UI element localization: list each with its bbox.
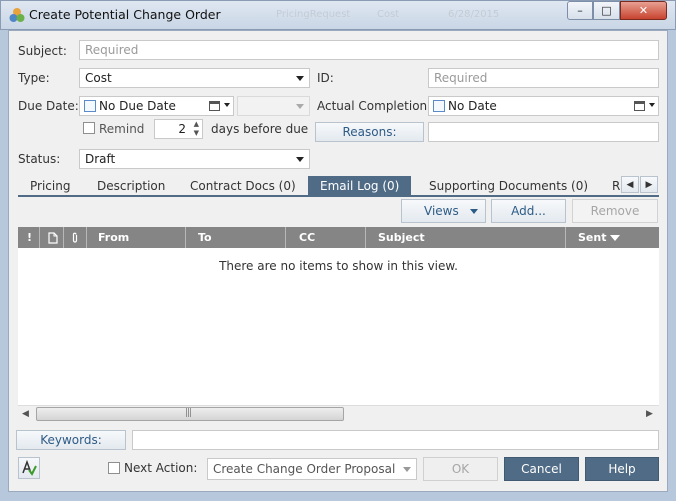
column-importance[interactable]: ! — [27, 227, 32, 248]
tab-overflow[interactable]: R — [612, 176, 620, 196]
stepper-up-icon[interactable]: ▲ — [194, 120, 199, 128]
cancel-button[interactable]: Cancel — [504, 457, 579, 481]
tab-scroll-right-icon[interactable]: ▶ — [640, 176, 658, 193]
title-ghost-text-2: Cost — [377, 9, 400, 20]
title-ghost-text-1: PricingRequest — [276, 9, 351, 20]
ok-button[interactable]: OK — [423, 457, 498, 481]
app-icon — [9, 8, 25, 22]
id-label: ID: — [317, 71, 334, 85]
spellcheck-button[interactable] — [18, 457, 40, 479]
due-date-picker[interactable]: No Due Date — [79, 96, 234, 116]
sort-descending-icon[interactable] — [610, 235, 620, 241]
tab-underline — [18, 195, 659, 197]
window-title: Create Potential Change Order — [29, 7, 221, 22]
close-button[interactable]: ✕ — [620, 1, 667, 20]
tab-supporting-documents[interactable]: Supporting Documents (0) — [429, 176, 588, 196]
tab-description[interactable]: Description — [97, 176, 165, 196]
chevron-down-icon — [296, 76, 304, 81]
status-select[interactable]: Draft — [79, 149, 310, 169]
column-divider — [63, 227, 64, 248]
subject-label: Subject: — [18, 44, 67, 58]
column-cc[interactable]: CC — [299, 227, 315, 248]
tab-contract-docs[interactable]: Contract Docs (0) — [190, 176, 296, 196]
spellcheck-icon — [22, 460, 37, 476]
chevron-down-icon — [296, 157, 304, 162]
next-action-value: Create Change Order Proposal — [213, 462, 396, 476]
column-divider — [565, 227, 566, 248]
remind-label: Remind — [99, 122, 145, 136]
maximize-button[interactable]: □ — [593, 1, 620, 20]
chevron-down-icon — [470, 209, 478, 214]
due-date-label: Due Date: — [18, 99, 79, 113]
due-time-select[interactable] — [237, 96, 310, 116]
reasons-value — [429, 123, 658, 127]
attachment-icon[interactable] — [71, 232, 79, 244]
type-select[interactable]: Cost — [79, 68, 310, 88]
keywords-value — [133, 431, 658, 435]
tab-email-log[interactable]: Email Log (0) — [308, 176, 411, 196]
tab-pricing[interactable]: Pricing — [30, 176, 70, 196]
id-placeholder: Required — [434, 71, 488, 85]
remind-days-stepper[interactable]: 2 ▲ ▼ — [154, 119, 203, 139]
calendar-icon[interactable] — [634, 101, 645, 111]
reasons-input[interactable] — [428, 122, 659, 142]
next-action-checkbox[interactable] — [108, 462, 120, 474]
subject-placeholder: Required — [85, 43, 139, 57]
views-button[interactable]: Views — [401, 199, 486, 223]
type-label: Type: — [18, 71, 50, 85]
keywords-input[interactable] — [132, 430, 659, 450]
due-time-value — [238, 97, 309, 101]
scroll-right-icon[interactable]: ▶ — [646, 409, 653, 419]
title-ghost-text-3: 6/28/2015 — [448, 9, 500, 20]
type-value: Cost — [85, 71, 112, 85]
status-label: Status: — [18, 152, 61, 166]
actual-completion-value: No Date — [448, 99, 497, 113]
chevron-down-icon[interactable] — [649, 103, 655, 107]
add-button[interactable]: Add... — [491, 199, 566, 223]
remind-suffix-label: days before due — [211, 122, 309, 136]
grip-icon: ||| — [185, 408, 192, 418]
chevron-down-icon[interactable] — [224, 103, 230, 107]
scroll-left-icon[interactable]: ◀ — [22, 409, 29, 419]
chevron-down-icon — [403, 467, 411, 472]
calendar-icon[interactable] — [209, 101, 220, 111]
column-divider — [285, 227, 286, 248]
column-divider — [86, 227, 87, 248]
column-from[interactable]: From — [98, 227, 129, 248]
chevron-down-icon — [296, 104, 304, 109]
column-to[interactable]: To — [198, 227, 212, 248]
subject-input[interactable]: Required — [79, 40, 659, 60]
column-divider — [185, 227, 186, 248]
next-action-label: Next Action: — [124, 461, 198, 475]
remove-button[interactable]: Remove — [572, 199, 658, 223]
keywords-button[interactable]: Keywords: — [16, 430, 126, 450]
column-sent[interactable]: Sent — [578, 227, 606, 248]
minimize-button[interactable]: – — [567, 1, 593, 20]
document-icon[interactable] — [48, 232, 58, 244]
status-value: Draft — [85, 152, 116, 166]
stepper-down-icon[interactable]: ▼ — [194, 129, 199, 137]
tab-scroll-left-icon[interactable]: ◀ — [621, 176, 639, 193]
views-label: Views — [424, 204, 459, 218]
help-button[interactable]: Help — [585, 457, 659, 481]
id-input[interactable]: Required — [428, 68, 659, 88]
actual-completion-label: Actual Completion: — [317, 99, 432, 113]
remind-checkbox[interactable] — [83, 122, 95, 134]
empty-message: There are no items to show in this view. — [219, 259, 458, 273]
column-divider — [365, 227, 366, 248]
actual-completion-picker[interactable]: No Date — [428, 96, 659, 116]
column-subject[interactable]: Subject — [378, 227, 425, 248]
due-date-value: No Due Date — [99, 99, 176, 113]
next-action-select[interactable]: Create Change Order Proposal — [207, 458, 417, 480]
column-divider — [39, 227, 40, 248]
reasons-button[interactable]: Reasons: — [315, 122, 424, 142]
